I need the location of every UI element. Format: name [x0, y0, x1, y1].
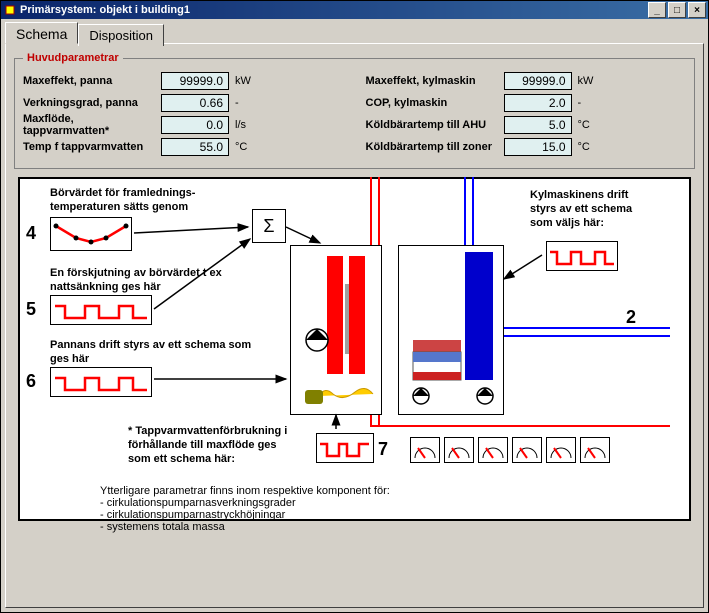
- cold-pipe-hb: [500, 335, 670, 337]
- param-value[interactable]: 99999.0: [504, 72, 572, 90]
- param-label: Temp f tappvarmvatten: [23, 141, 161, 153]
- param-unit: -: [229, 97, 263, 109]
- zone-gauge-4[interactable]: [512, 437, 542, 463]
- param-value[interactable]: 2.0: [504, 94, 572, 112]
- step-number-7: 7: [378, 439, 388, 460]
- param-label: Maxeffekt, panna: [23, 75, 161, 87]
- param-unit: °C: [572, 119, 606, 131]
- footer-line: - cirkulationspumparnastryckhöjningar: [100, 509, 390, 521]
- boiler-schedule-box[interactable]: [50, 367, 152, 397]
- offset-schedule-box[interactable]: [50, 295, 152, 325]
- window-title: Primärsystem: objekt i building1: [20, 4, 190, 16]
- param-unit: l/s: [229, 119, 263, 131]
- minimize-button[interactable]: _: [648, 2, 666, 18]
- param-unit: °C: [572, 141, 606, 153]
- text-label-4: Börvärdet för framlednings- temperaturen…: [50, 187, 240, 215]
- sum-block[interactable]: Σ: [252, 209, 286, 243]
- step-number-4: 4: [26, 223, 36, 244]
- setpoint-curve-box[interactable]: [50, 217, 132, 251]
- param-label: Verkningsgrad, panna: [23, 97, 161, 109]
- param-value[interactable]: 55.0: [161, 138, 229, 156]
- param-unit: kW: [229, 75, 263, 87]
- footer-line: - cirkulationspumparnasverkningsgrader: [100, 497, 390, 509]
- close-button[interactable]: ×: [688, 2, 706, 18]
- chiller-unit[interactable]: [398, 245, 504, 415]
- param-label: Köldbärartemp till zoner: [366, 141, 504, 153]
- step-number-6: 6: [26, 371, 36, 392]
- app-icon: [3, 3, 17, 17]
- step-number-5: 5: [26, 299, 36, 320]
- cold-pipe-1: [464, 177, 466, 247]
- zone-gauge-3[interactable]: [478, 437, 508, 463]
- footer-line: - systemens totala massa: [100, 521, 390, 533]
- footer-notes: Ytterligare parametrar finns inom respek…: [100, 485, 390, 533]
- app-window: Primärsystem: objekt i building1 _ □ × S…: [0, 0, 709, 613]
- param-value[interactable]: 15.0: [504, 138, 572, 156]
- param-label: Maxeffekt, kylmaskin: [366, 75, 504, 87]
- zone-gauge-5[interactable]: [546, 437, 576, 463]
- cold-pipe-2: [472, 177, 474, 247]
- titlebar: Primärsystem: objekt i building1 _ □ ×: [1, 1, 708, 19]
- param-value[interactable]: 5.0: [504, 116, 572, 134]
- params-legend: Huvudparametrar: [23, 52, 123, 64]
- param-unit: -: [572, 97, 606, 109]
- text-label-6: Pannans drift styrs av ett schema som ge…: [50, 339, 280, 367]
- text-label-5: En förskjutning av börvärdet t ex nattsä…: [50, 267, 260, 295]
- text-label-7: * Tappvarmvattenförbrukning i förhålland…: [128, 425, 308, 466]
- zone-gauge-6[interactable]: [580, 437, 610, 463]
- footer-line: Ytterligare parametrar finns inom respek…: [100, 485, 390, 497]
- step-number-2: 2: [626, 307, 636, 328]
- tab-schema[interactable]: Schema: [5, 22, 78, 44]
- tab-panel: Huvudparametrar Maxeffekt, panna99999.0k…: [5, 43, 704, 608]
- maximize-button[interactable]: □: [668, 2, 686, 18]
- zone-gauge-1[interactable]: [410, 437, 440, 463]
- param-unit: °C: [229, 141, 263, 153]
- param-unit: kW: [572, 75, 606, 87]
- tab-disposition[interactable]: Disposition: [78, 24, 164, 46]
- params-left: Maxeffekt, panna99999.0kW Verkningsgrad,…: [23, 70, 344, 158]
- params-group: Huvudparametrar Maxeffekt, panna99999.0k…: [14, 52, 695, 169]
- cold-pipe-ha: [500, 327, 670, 329]
- tab-strip: Schema Disposition: [5, 21, 704, 43]
- param-value[interactable]: 0.0: [161, 116, 229, 134]
- text-label-2: Kylmaskinens drift styrs av ett schema s…: [530, 189, 650, 230]
- param-value[interactable]: 99999.0: [161, 72, 229, 90]
- params-right: Maxeffekt, kylmaskin99999.0kW COP, kylma…: [366, 70, 687, 158]
- param-label: Köldbärartemp till AHU: [366, 119, 504, 131]
- chiller-schedule-box[interactable]: [546, 241, 618, 271]
- param-value[interactable]: 0.66: [161, 94, 229, 112]
- zone-gauge-2[interactable]: [444, 437, 474, 463]
- client-area: Schema Disposition Huvudparametrar Maxef…: [1, 19, 708, 612]
- param-label: COP, kylmaskin: [366, 97, 504, 109]
- schema-diagram: Börvärdet för framlednings- temperaturen…: [18, 177, 691, 521]
- hot-pipe-h: [370, 425, 670, 427]
- param-label: Maxflöde, tappvarmvatten*: [23, 113, 161, 137]
- boiler-unit[interactable]: [290, 245, 382, 415]
- dhw-schedule-box[interactable]: [316, 433, 374, 463]
